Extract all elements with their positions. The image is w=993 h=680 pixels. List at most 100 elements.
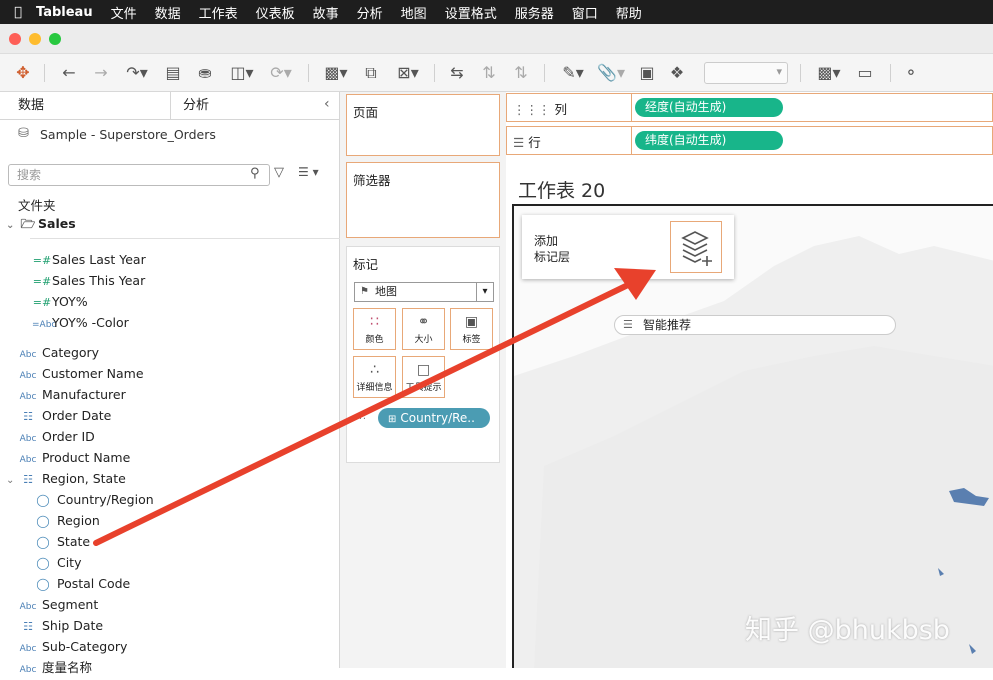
cards-pane: 页面 筛选器 标记 ⚑ 地图 ∷颜色 ⚭大小 ▣标签 ∴详细信息 □工具提示 ∴… [340,92,506,668]
longitude-pill[interactable]: 经度(自动生成) [635,98,783,117]
mark-type-dropdown[interactable]: ⚑ 地图 [354,282,494,302]
save-icon[interactable]: ▤ [162,62,184,84]
pause-datasource-icon[interactable]: ◫▾ [224,62,260,84]
string-icon: Abc [19,644,37,654]
show-mark-labels-icon[interactable]: ▣ [636,62,658,84]
presentation-mode-icon[interactable]: ▭ [854,62,876,84]
datasource-item[interactable]: ⛁ Sample - Superstore_Orders [18,126,216,142]
detail-button[interactable]: ∴ 详细信息 [353,356,396,398]
label-button[interactable]: ▣ 标签 [450,308,493,350]
new-datasource-icon[interactable]: ⛂ [194,62,216,84]
duplicate-sheet-icon[interactable]: ⧉ [360,62,382,84]
filter-icon[interactable]: ▽ [274,165,284,180]
menu-file[interactable]: 文件 [111,3,137,22]
chevron-down-icon[interactable]: ⌄ [6,216,18,236]
tooltip-button[interactable]: □ 工具提示 [402,356,445,398]
replay-icon[interactable]: ↷▾ [120,62,154,84]
show-cards-icon[interactable]: ▩▾ [812,62,846,84]
pages-card[interactable]: 页面 [346,94,500,156]
columns-shelf-label: ⋮⋮⋮ 列 [513,102,567,117]
tab-data[interactable]: 数据 [18,92,44,120]
folder-icon: 🗁 [20,217,36,231]
zoom-window-button[interactable] [49,33,61,45]
search-icon[interactable]: ⚲ [250,166,260,181]
size-button[interactable]: ⚭ 大小 [402,308,445,350]
field-ship-date[interactable]: ☷ Ship Date [18,616,103,636]
columns-shelf[interactable]: ⋮⋮⋮ 列 经度(自动生成) [506,93,993,122]
new-worksheet-icon[interactable]: ▩▾ [318,62,354,84]
field-yoy-color[interactable]: =AbcYOY% -Color [32,313,129,333]
string-icon: Abc [19,434,37,444]
field-region[interactable]: ◯ Region [33,511,100,531]
sort-descending-icon[interactable]: ⇅ [510,62,532,84]
field-sales-last-year[interactable]: =#Sales Last Year [32,250,146,270]
detail-icon: ∴ [370,362,379,378]
menu-analysis[interactable]: 分析 [357,3,383,22]
folder-sales[interactable]: ⌄ 🗁 Sales [6,214,76,234]
menu-worksheet[interactable]: 工作表 [199,3,238,22]
menu-map[interactable]: 地图 [401,3,427,22]
menu-window[interactable]: 窗口 [572,3,598,22]
swap-rows-columns-icon[interactable]: ⇆ [446,62,468,84]
group-members-icon[interactable]: 📎▾ [594,62,628,84]
field-country-region[interactable]: ◯ Country/Region [33,490,153,510]
menu-server[interactable]: 服务器 [515,3,554,22]
menu-help[interactable]: 帮助 [616,3,642,22]
latitude-pill[interactable]: 纬度(自动生成) [635,131,783,150]
color-button[interactable]: ∷ 颜色 [353,308,396,350]
menu-story[interactable]: 故事 [313,3,339,22]
marks-card: 标记 ⚑ 地图 ∷颜色 ⚭大小 ▣标签 ∴详细信息 □工具提示 ∴∴ ⊞Coun… [346,246,500,463]
fit-dropdown[interactable] [704,62,788,84]
minimize-window-button[interactable] [29,33,41,45]
field-sales-this-year[interactable]: =#Sales This Year [32,271,145,291]
share-icon[interactable]: ⚬ [900,62,922,84]
filters-card[interactable]: 筛选器 [346,162,500,238]
undo-icon[interactable]: ← [58,62,80,84]
menu-data[interactable]: 数据 [155,3,181,22]
smart-recommend-button[interactable]: 智能推荐 [614,315,896,335]
field-search-input[interactable]: 搜索 [8,164,270,186]
marks-card-title: 标记 [353,257,379,272]
sort-ascending-icon[interactable]: ⇅ [478,62,500,84]
apple-icon[interactable]:  [0,5,36,20]
field-yoy[interactable]: =#YOY% [32,292,88,312]
menu-format[interactable]: 设置格式 [445,3,497,22]
clear-sheet-icon[interactable]: ⊠▾ [390,62,426,84]
pages-card-title: 页面 [353,105,379,120]
chevron-down-icon[interactable]: ⌄ [6,471,18,491]
fix-axes-pin-icon[interactable]: ❖ [666,62,688,84]
calc-string-icon: =Abc [32,320,57,330]
app-menu[interactable]: Tableau [36,5,93,20]
field-state[interactable]: ◯ State [33,532,90,552]
menu-dashboard[interactable]: 仪表板 [256,3,295,22]
field-sub-category[interactable]: Abc Sub-Category [18,637,128,657]
field-postal-code[interactable]: ◯ Postal Code [33,574,130,594]
menu-bar:  Tableau 文件 数据 工作表 仪表板 故事 分析 地图 设置格式 服务… [0,0,993,24]
field-product-name[interactable]: Abc Product Name [18,448,131,468]
field-city[interactable]: ◯ City [33,553,81,573]
detail-pill-country-region[interactable]: ⊞ Country/Re.. [378,408,490,428]
view-list-icon[interactable]: ☰ ▾ [298,165,319,179]
collapse-pane-icon[interactable]: ‹ [324,96,330,112]
expand-plus-icon[interactable]: ⊞ [388,414,396,425]
filters-card-title: 筛选器 [353,173,391,188]
field-measure-names[interactable]: Abc 度量名称 [18,658,92,678]
field-customer-name[interactable]: Abc Customer Name [18,364,144,384]
field-order-id[interactable]: Abc Order ID [18,427,95,447]
refresh-icon[interactable]: ⟳▾ [264,62,298,84]
add-layer-button[interactable] [670,221,722,273]
field-category[interactable]: Abc Category [18,343,100,363]
redo-icon[interactable]: → [90,62,112,84]
sheet-title[interactable]: 工作表 20 [518,176,605,203]
highlight-icon[interactable]: ✎▾ [556,62,590,84]
tab-analysis[interactable]: 分析 [183,92,209,120]
hierarchy-region-state[interactable]: ⌄ ☷ Region, State [6,469,126,489]
toolbar-divider [434,64,435,82]
tableau-logo-icon[interactable]: ✥ [12,62,34,84]
rows-shelf[interactable]: ☰ 行 纬度(自动生成) [506,126,993,155]
field-manufacturer[interactable]: Abc Manufacturer [18,385,126,405]
add-mark-layer-card[interactable]: 添加 标记层 [522,215,734,279]
close-window-button[interactable] [9,33,21,45]
field-order-date[interactable]: ☷ Order Date [18,406,111,426]
field-segment[interactable]: Abc Segment [18,595,99,615]
